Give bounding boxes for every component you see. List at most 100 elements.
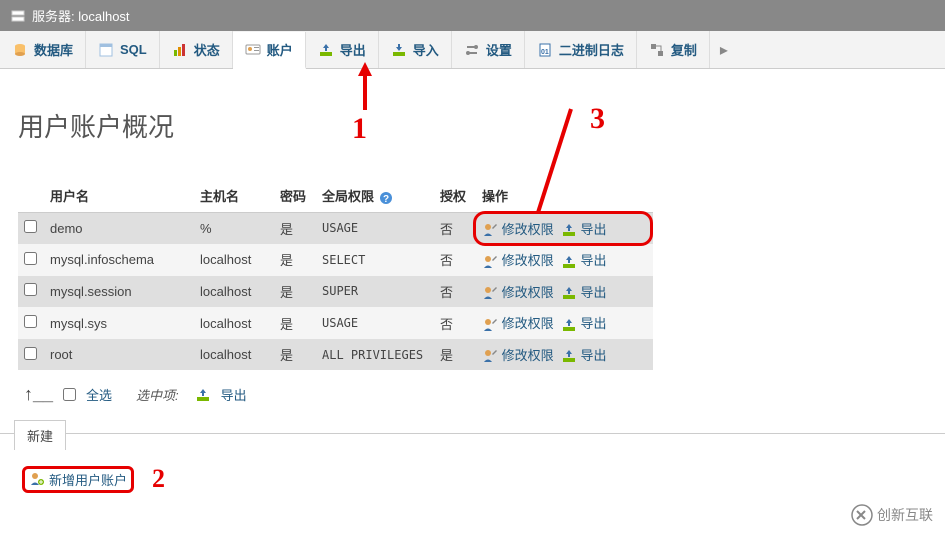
cell-grant: 是 [434, 339, 476, 371]
svg-text:01: 01 [541, 49, 549, 56]
sql-icon [98, 42, 114, 58]
cell-pw: 是 [274, 244, 316, 276]
database-icon [12, 42, 28, 58]
tab-replication[interactable]: 复制 [637, 31, 710, 68]
row-checkbox[interactable] [24, 347, 37, 360]
tab-export[interactable]: 导出 [306, 31, 379, 68]
svg-text:?: ? [383, 194, 389, 205]
row-export-link[interactable]: 导出 [581, 348, 607, 363]
cell-host: localhost [194, 307, 274, 339]
row-export-link[interactable]: 导出 [581, 222, 607, 237]
cell-pw: 是 [274, 339, 316, 371]
tab-sql[interactable]: SQL [86, 31, 160, 68]
edit-priv-link[interactable]: 修改权限 [502, 316, 554, 331]
tab-import[interactable]: 导入 [379, 31, 452, 68]
row-checkbox[interactable] [24, 283, 37, 296]
binlog-icon: 01 [537, 42, 553, 58]
accounts-icon [245, 41, 261, 57]
tab-binlog[interactable]: 01 二进制日志 [525, 31, 637, 68]
cell-pw: 是 [274, 276, 316, 308]
cell-grant: 否 [434, 307, 476, 339]
edit-priv-link[interactable]: 修改权限 [502, 222, 554, 237]
export-icon [318, 42, 334, 58]
arrow-up-icon: ↑__ [24, 384, 53, 405]
row-export-link[interactable]: 导出 [581, 285, 607, 300]
cell-user: demo [44, 212, 194, 244]
table-row: rootlocalhost是ALL PRIVILEGES是 修改权限 导出 [18, 339, 653, 371]
edit-priv-icon [482, 348, 498, 364]
table-row: mysql.syslocalhost是USAGE否 修改权限 导出 [18, 307, 653, 339]
table-row: mysql.sessionlocalhost是SUPER否 修改权限 导出 [18, 276, 653, 308]
row-export-link[interactable]: 导出 [581, 316, 607, 331]
edit-priv-icon [482, 254, 498, 270]
row-export-icon [561, 285, 577, 301]
table-row: demo%是USAGE否 修改权限 导出 [18, 212, 653, 244]
cell-pw: 是 [274, 307, 316, 339]
tab-accounts[interactable]: 账户 [233, 32, 306, 69]
col-grant: 授权 [434, 180, 476, 212]
row-checkbox[interactable] [24, 220, 37, 233]
col-action: 操作 [476, 180, 653, 212]
server-label: 服务器: localhost [32, 6, 130, 25]
cell-user: mysql.session [44, 276, 194, 308]
row-export-icon [561, 348, 577, 364]
row-checkbox[interactable] [24, 315, 37, 328]
edit-priv-link[interactable]: 修改权限 [502, 348, 554, 363]
cell-grant: 否 [434, 212, 476, 244]
cell-global: SELECT [316, 244, 434, 276]
col-pw: 密码 [274, 180, 316, 212]
row-export-link[interactable]: 导出 [581, 253, 607, 268]
check-all-link[interactable]: 全选 [86, 385, 112, 404]
row-checkbox[interactable] [24, 252, 37, 265]
cell-user: mysql.infoschema [44, 244, 194, 276]
replication-icon [649, 42, 665, 58]
add-user-link[interactable]: 新增用户账户 [49, 470, 127, 489]
select-all-bar: ↑__ 全选 选中项: 导出 [18, 370, 927, 419]
cell-global: USAGE [316, 307, 434, 339]
users-table: 用户名 主机名 密码 全局权限 ? 授权 操作 demo%是USAGE否 修改权… [18, 180, 653, 370]
footer-brand: 创新互联 [851, 504, 933, 526]
col-host: 主机名 [194, 180, 274, 212]
cell-host: localhost [194, 339, 274, 371]
edit-priv-link[interactable]: 修改权限 [502, 285, 554, 300]
new-section: 新建 新增用户账户 2 [0, 433, 945, 504]
cell-pw: 是 [274, 212, 316, 244]
cell-global: SUPER [316, 276, 434, 308]
help-icon[interactable]: ? [378, 190, 394, 206]
tab-database[interactable]: 数据库 [0, 31, 86, 68]
page-title: 用户账户概况 [18, 107, 927, 144]
cell-global: USAGE [316, 212, 434, 244]
cell-host: localhost [194, 276, 274, 308]
cell-user: mysql.sys [44, 307, 194, 339]
with-selected-export[interactable]: 导出 [221, 385, 247, 404]
import-icon [391, 42, 407, 58]
col-global: 全局权限 ? [316, 180, 434, 212]
settings-icon [464, 42, 480, 58]
check-all-checkbox[interactable] [63, 388, 76, 401]
server-icon [10, 8, 26, 24]
row-export-icon [561, 254, 577, 270]
cell-host: % [194, 212, 274, 244]
add-user-icon [29, 471, 45, 487]
cell-grant: 否 [434, 244, 476, 276]
export-small-icon [195, 387, 211, 403]
cell-global: ALL PRIVILEGES [316, 339, 434, 371]
status-icon [172, 42, 188, 58]
cell-user: root [44, 339, 194, 371]
col-user: 用户名 [44, 180, 194, 212]
cell-grant: 否 [434, 276, 476, 308]
cell-host: localhost [194, 244, 274, 276]
edit-priv-link[interactable]: 修改权限 [502, 253, 554, 268]
table-row: mysql.infoschemalocalhost是SELECT否 修改权限 导… [18, 244, 653, 276]
with-selected-label: 选中项: [136, 385, 179, 404]
tab-status[interactable]: 状态 [160, 31, 233, 68]
edit-priv-icon [482, 285, 498, 301]
main-tabs: 数据库 SQL 状态 账户 导出 导入 设置 01 二进制日志 复制 ▸ [0, 31, 945, 69]
tabs-more[interactable]: ▸ [710, 40, 738, 60]
new-legend: 新建 [14, 420, 66, 450]
tab-settings[interactable]: 设置 [452, 31, 525, 68]
annotation-2: 2 [152, 464, 165, 494]
edit-priv-icon [482, 317, 498, 333]
server-header: 服务器: localhost [0, 0, 945, 31]
edit-priv-icon [482, 222, 498, 238]
